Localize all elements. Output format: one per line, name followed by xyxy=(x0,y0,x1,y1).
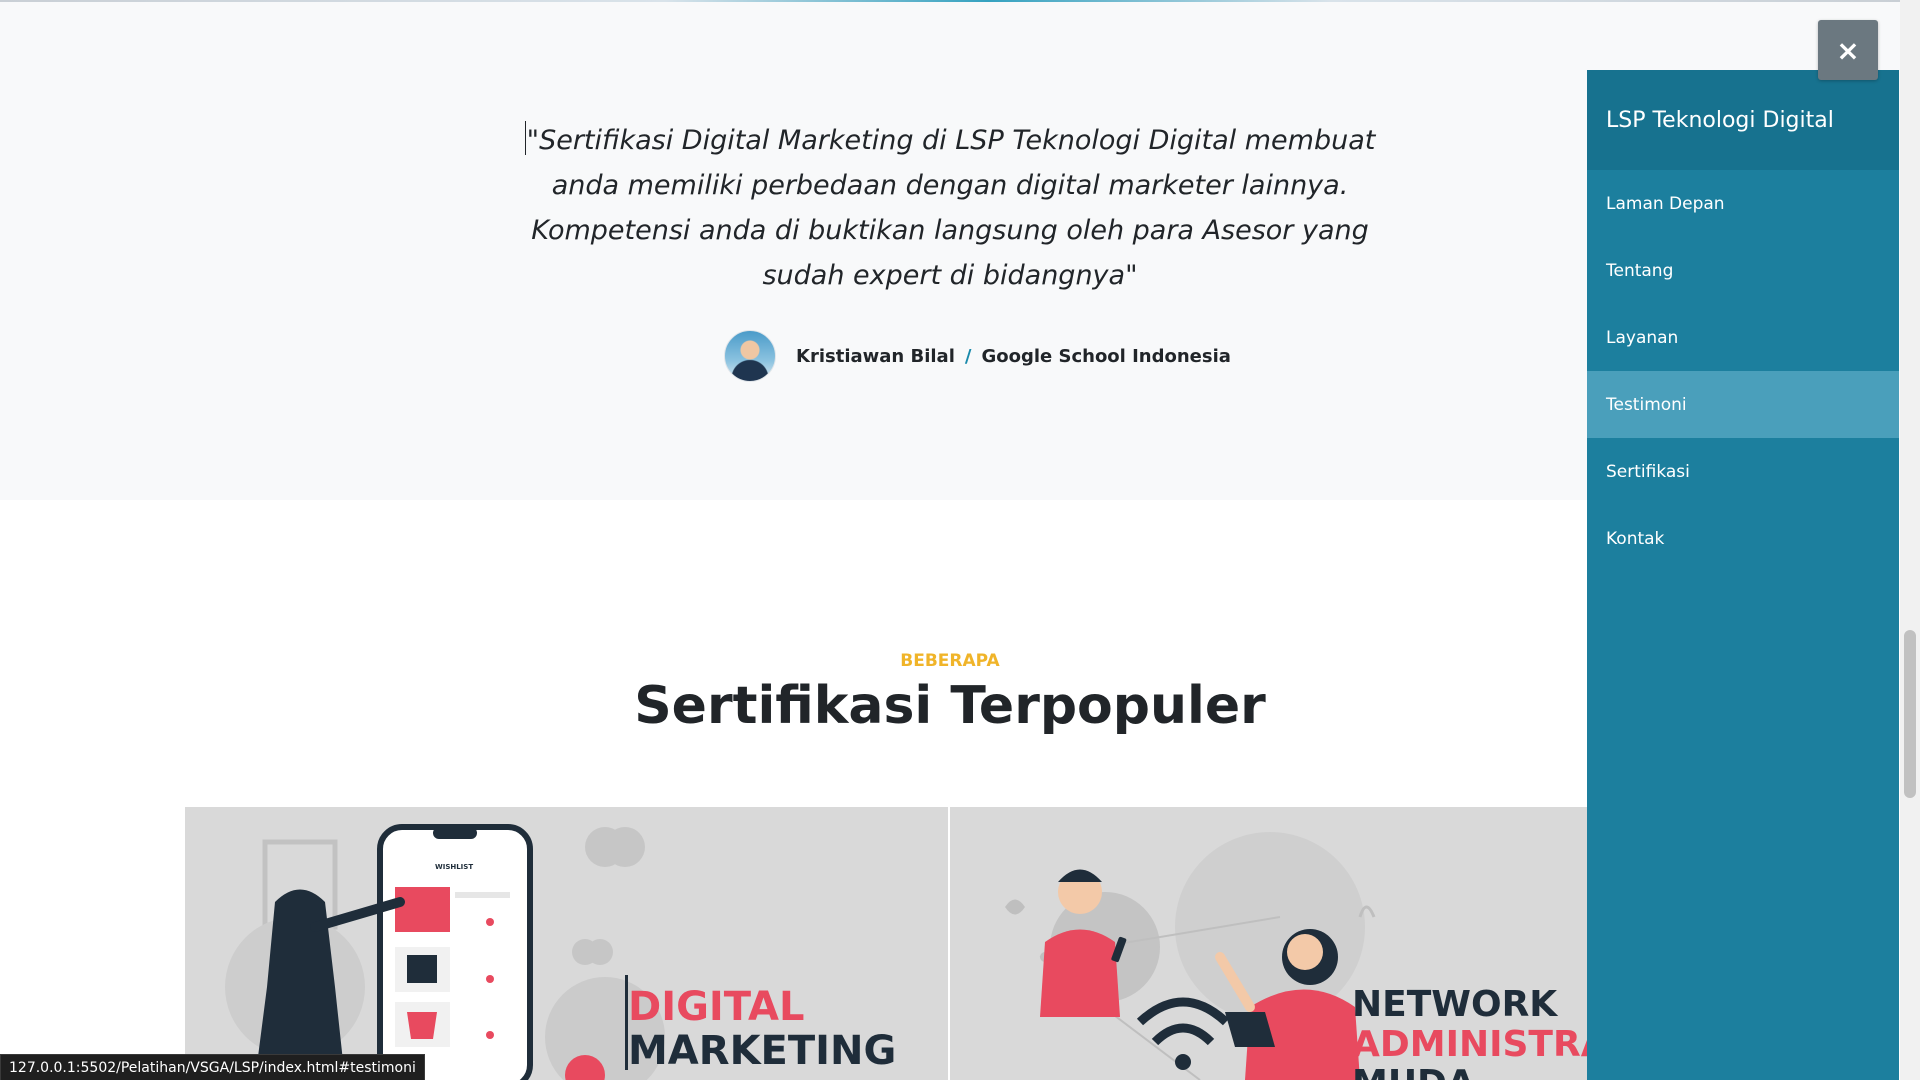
author-name: Kristiawan Bilal xyxy=(796,345,955,367)
certification-card-digital-marketing[interactable]: WISHLIST DIGITAL MARKETING xyxy=(185,807,948,1080)
side-menu-brand[interactable]: LSP Teknologi Digital xyxy=(1587,70,1899,170)
testimonial-quote: "Sertifikasi Digital Marketing di LSP Te… xyxy=(520,118,1380,298)
top-border xyxy=(0,0,1900,2)
testimonial-quote-text: "Sertifikasi Digital Marketing di LSP Te… xyxy=(526,125,1376,291)
side-menu-item-sertifikasi[interactable]: Sertifikasi xyxy=(1587,438,1899,505)
side-menu-item-laman-depan[interactable]: Laman Depan xyxy=(1587,170,1899,237)
page: "Sertifikasi Digital Marketing di LSP Te… xyxy=(0,0,1920,1080)
side-menu-item-kontak[interactable]: Kontak xyxy=(1587,505,1899,572)
testimonial-author: Kristiawan Bilal / Google School Indones… xyxy=(724,330,1231,382)
close-menu-button[interactable]: × xyxy=(1818,20,1878,80)
page-scrollbar[interactable] xyxy=(1900,0,1920,1080)
side-menu-item-testimoni[interactable]: Testimoni xyxy=(1587,371,1899,438)
author-organization: Google School Indonesia xyxy=(981,345,1231,367)
side-menu-item-tentang[interactable]: Tentang xyxy=(1587,237,1899,304)
side-menu-item-layanan[interactable]: Layanan xyxy=(1587,304,1899,371)
scrollbar-thumb[interactable] xyxy=(1904,630,1916,798)
text-caret xyxy=(524,121,526,155)
author-avatar xyxy=(724,330,776,382)
author-separator: / xyxy=(964,345,972,367)
status-bar-url: 127.0.0.1:5502/Pelatihan/VSGA/LSP/index.… xyxy=(0,1054,425,1080)
card-title-digital-marketing: DIGITAL MARKETING xyxy=(628,984,897,1074)
svg-text:WISHLIST: WISHLIST xyxy=(435,863,473,871)
close-icon: × xyxy=(1836,33,1860,67)
side-menu: LSP Teknologi Digital Laman Depan Tentan… xyxy=(1587,70,1899,1080)
